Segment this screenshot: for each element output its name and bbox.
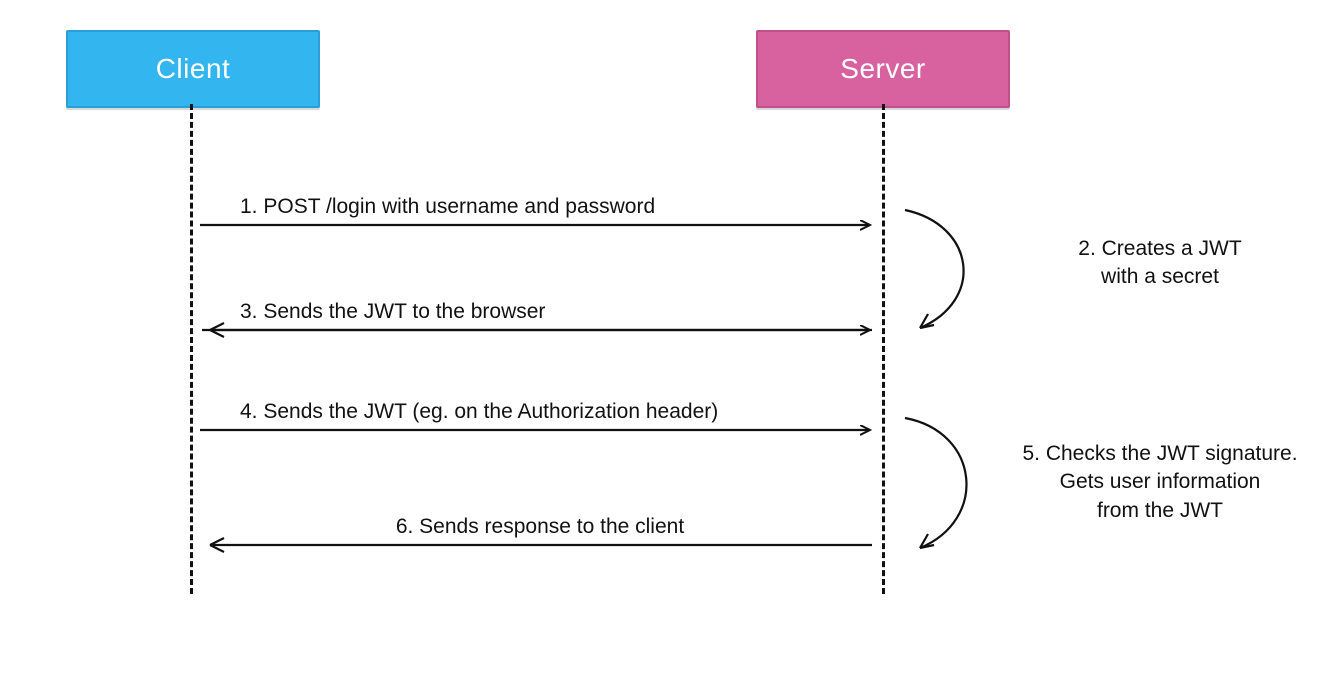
sequence-diagram: Client Server [0,0,1342,680]
label-step2-line2: with a secret [1101,265,1219,288]
server-actor-box: Server [756,30,1010,108]
server-label: Server [840,53,925,85]
label-step5-line2: Gets user information [1060,470,1261,493]
server-lifeline [882,104,885,594]
label-step5-line3: from the JWT [1097,499,1223,522]
self-arrow-step2 [905,210,964,328]
label-step2: 2. Creates a JWT with a secret [1000,235,1320,292]
client-label: Client [156,53,231,85]
self-arrow-step5 [905,418,966,548]
client-lifeline [190,104,193,594]
label-step5: 5. Checks the JWT signature. Gets user i… [1000,440,1320,525]
label-step5-line1: 5. Checks the JWT signature. [1022,442,1297,465]
label-step3: 3. Sends the JWT to the browser [240,300,840,324]
label-step4: 4. Sends the JWT (eg. on the Authorizati… [240,400,860,424]
label-step1: 1. POST /login with username and passwor… [240,195,840,219]
label-step6: 6. Sends response to the client [240,515,840,539]
label-step2-line1: 2. Creates a JWT [1078,237,1241,260]
client-actor-box: Client [66,30,320,108]
